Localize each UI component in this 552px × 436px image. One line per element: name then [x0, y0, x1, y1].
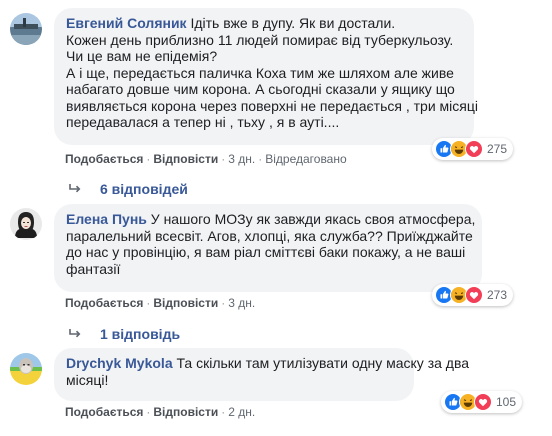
- reply-button[interactable]: Відповісти: [153, 152, 218, 166]
- separator-dot: ·: [221, 405, 226, 419]
- like-button[interactable]: Подобається: [65, 405, 143, 419]
- comment-text: місяці!: [66, 371, 109, 388]
- avatar[interactable]: [10, 353, 42, 385]
- reactions-summary[interactable]: 105: [441, 391, 523, 413]
- comment-timestamp[interactable]: 3 дн.: [228, 296, 255, 310]
- comment-timestamp[interactable]: 3 дн.: [228, 152, 255, 166]
- comment-text: Ідіть вже в дупу. Як ви достали.: [186, 15, 396, 31]
- comment-text: виявляється корона через поверхні не пер…: [66, 97, 478, 114]
- separator-dot: ·: [146, 152, 151, 166]
- separator-dot: ·: [146, 405, 151, 419]
- comment-first-line: Елена Пунь У нашого МОЗу як завжди якась…: [66, 211, 475, 228]
- comment-author[interactable]: Drychyk Mykola: [66, 355, 173, 371]
- love-reaction-icon: [465, 286, 483, 304]
- comment-first-line: Drychyk Mykola Та скільки там утилізуват…: [66, 355, 469, 372]
- love-reaction-icon: [474, 393, 492, 411]
- view-replies-link[interactable]: 1 відповідь: [68, 326, 180, 342]
- like-button[interactable]: Подобається: [65, 152, 143, 166]
- love-reaction-icon: [465, 140, 483, 158]
- reply-arrow-icon: [69, 329, 81, 338]
- reply-arrow-icon: [69, 184, 81, 193]
- reaction-count: 273: [487, 288, 508, 302]
- comment-actions: Подобається · Відповісти · 3 дн.: [65, 296, 255, 310]
- comment-bubble: Евгений Соляник Ідіть вже в дупу. Як ви …: [54, 8, 478, 145]
- comment-timestamp[interactable]: 2 дн.: [228, 405, 255, 419]
- comment-author[interactable]: Евгений Соляник: [66, 15, 187, 31]
- comment-text: А і ще, передається паличка Коха тим же …: [66, 64, 454, 81]
- comment-text: передавалася а тепер ні , тьху , я в аут…: [66, 114, 340, 130]
- comment-text: до нас у провінцію, я вам ріал сміттєві …: [66, 244, 466, 260]
- comment-bubble: Drychyk Mykola Та скільки там утилізуват…: [54, 348, 469, 401]
- comment-text: набагато довше чим корона. А сьогодні ск…: [66, 81, 455, 97]
- replies-count-label[interactable]: 1 відповідь: [100, 326, 180, 342]
- separator-dot: ·: [258, 152, 263, 166]
- reply-button[interactable]: Відповісти: [153, 405, 218, 419]
- avatar[interactable]: [10, 208, 42, 240]
- reaction-count: 105: [496, 395, 517, 409]
- comment-bubble: Елена Пунь У нашого МОЗу як завжди якась…: [54, 204, 482, 292]
- reactions-summary[interactable]: 275: [432, 138, 514, 160]
- comment-text: фантазії: [66, 260, 121, 277]
- reply-button[interactable]: Відповісти: [153, 296, 218, 310]
- view-replies-link[interactable]: 6 відповідей: [68, 181, 188, 197]
- like-button[interactable]: Подобається: [65, 296, 143, 310]
- comment-text: паралельний всесвіт. Агов, хлопці, яка с…: [66, 227, 473, 244]
- reaction-count: 275: [487, 142, 508, 156]
- reactions-summary[interactable]: 273: [432, 284, 514, 306]
- comment-author[interactable]: Елена Пунь: [66, 211, 147, 227]
- avatar[interactable]: [10, 13, 42, 45]
- comment-first-line: Евгений Соляник Ідіть вже в дупу. Як ви …: [66, 15, 462, 32]
- edited-label[interactable]: Відредаговано: [265, 152, 346, 166]
- separator-dot: ·: [146, 296, 151, 310]
- comment-actions: Подобається · Відповісти · 3 дн. · Відредагова…: [65, 152, 347, 166]
- comment-text: Кожен день приблизно 11 людей помирає ві…: [66, 31, 454, 48]
- comment-text: Та скільки там утилізувати одну маску за…: [172, 355, 470, 371]
- comment-text: Чи це вам не епідемія?: [66, 48, 218, 64]
- comment-text: У нашого МОЗу як завжди якась своя атмос…: [146, 211, 476, 227]
- separator-dot: ·: [221, 152, 226, 166]
- comment-actions: Подобається · Відповісти · 2 дн.: [65, 405, 255, 419]
- replies-count-label[interactable]: 6 відповідей: [100, 181, 188, 197]
- separator-dot: ·: [221, 296, 226, 310]
